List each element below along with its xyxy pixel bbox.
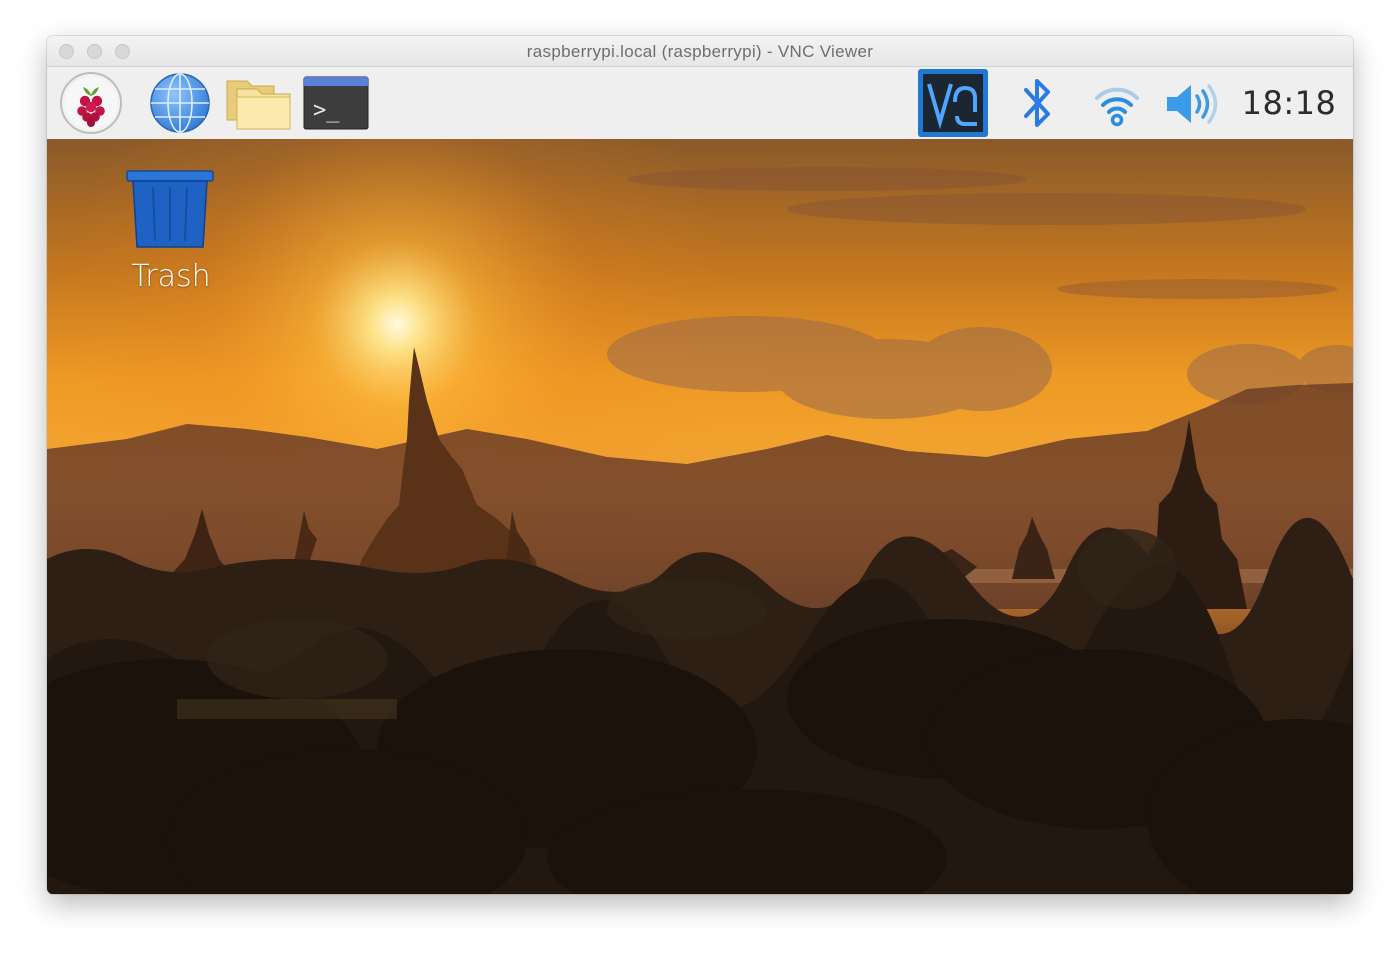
file-manager-launcher[interactable] bbox=[223, 71, 295, 135]
desktop-icon-trash[interactable]: Trash bbox=[125, 169, 217, 294]
raspberry-pi-menu-icon bbox=[60, 72, 122, 134]
folder-icon bbox=[226, 80, 291, 130]
trash-label: Trash bbox=[131, 259, 211, 294]
volume-tray-button[interactable] bbox=[1161, 75, 1221, 133]
svg-text:>_: >_ bbox=[313, 98, 340, 123]
clock[interactable]: 18:18 bbox=[1242, 81, 1336, 125]
window-title: raspberrypi.local (raspberrypi) - VNC Vi… bbox=[526, 42, 874, 61]
raspberry-pi-taskbar: >_ 18:18 bbox=[47, 67, 1353, 139]
globe-icon bbox=[150, 73, 210, 133]
terminal-launcher[interactable]: >_ bbox=[301, 71, 371, 135]
vnc-icon bbox=[918, 69, 988, 137]
raspberry-pi-menu-button[interactable] bbox=[57, 71, 125, 135]
sunset-temples-wallpaper bbox=[47, 139, 1353, 894]
bluetooth-icon bbox=[1024, 79, 1050, 127]
terminal-icon: >_ bbox=[303, 76, 369, 130]
trash-icon bbox=[126, 170, 214, 248]
title-bar[interactable]: raspberrypi.local (raspberrypi) - VNC Vi… bbox=[47, 36, 1353, 67]
web-browser-launcher[interactable] bbox=[147, 71, 213, 135]
speaker-volume-icon bbox=[1167, 84, 1218, 124]
vnc-viewer-window: raspberrypi.local (raspberrypi) - VNC Vi… bbox=[47, 36, 1353, 894]
wifi-icon bbox=[1095, 87, 1139, 127]
bluetooth-tray-button[interactable] bbox=[1013, 73, 1063, 133]
vnc-server-tray-button[interactable] bbox=[916, 67, 990, 139]
desktop-wallpaper[interactable]: Trash bbox=[47, 139, 1353, 894]
wifi-tray-button[interactable] bbox=[1087, 75, 1147, 133]
